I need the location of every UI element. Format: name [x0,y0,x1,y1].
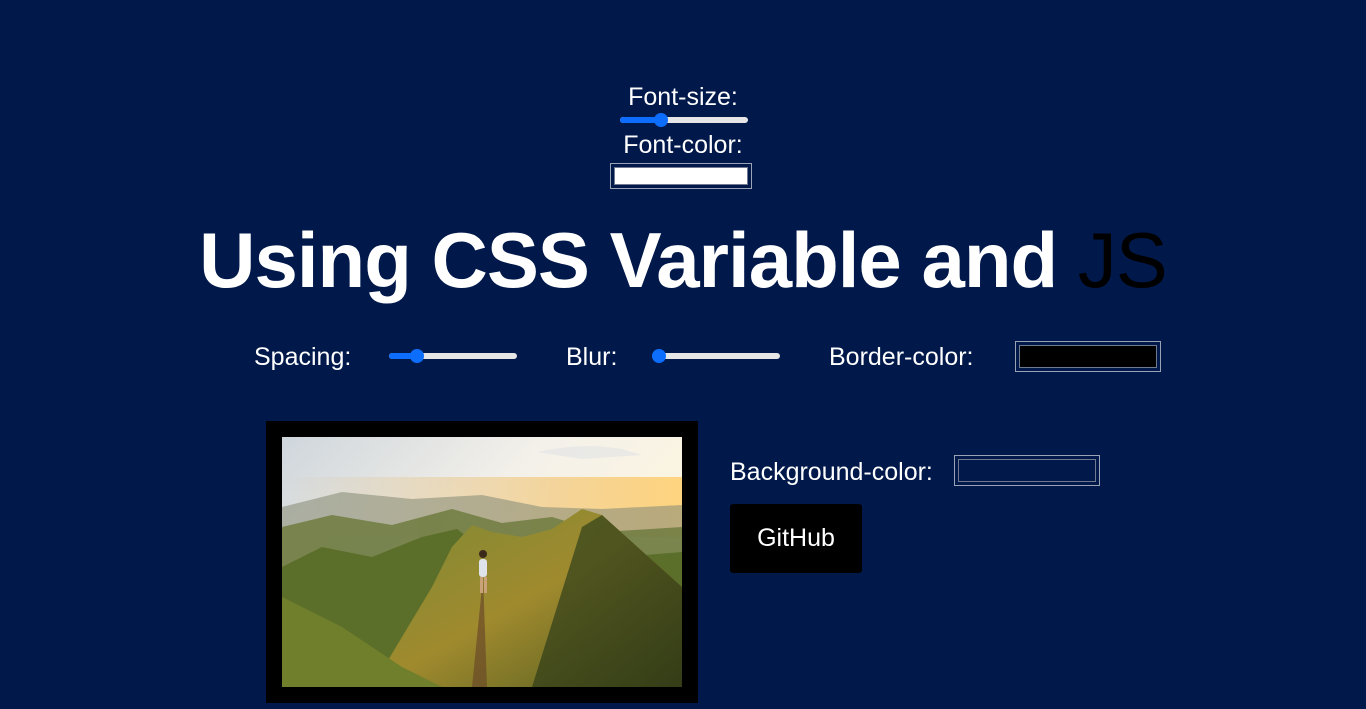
border-color-input[interactable] [1015,341,1161,372]
slider-track [652,353,780,359]
mountain-landscape-photo [282,437,682,687]
spacing-slider[interactable] [389,348,517,364]
border-color-swatch [1019,345,1157,368]
font-color-swatch [614,167,748,185]
font-size-slider[interactable] [620,112,748,128]
font-color-label: Font-color: [623,131,743,159]
background-color-label: Background-color: [730,458,933,486]
spacing-label: Spacing: [254,343,352,371]
slider-thumb[interactable] [654,113,669,127]
blur-label: Blur: [566,343,618,371]
page-title: Using CSS Variable and JS [0,214,1366,306]
background-color-input[interactable] [954,455,1100,486]
effects-controls-row: Spacing: Blur: Border-color: [0,340,1366,374]
background-color-swatch [958,459,1096,482]
border-color-label: Border-color: [829,343,974,371]
font-size-label: Font-size: [628,83,738,111]
title-main: Using CSS Variable and [199,216,1078,304]
slider-thumb[interactable] [409,349,424,363]
image-frame [266,421,698,703]
title-highlight: JS [1077,216,1168,304]
font-color-input[interactable] [610,163,752,189]
github-button[interactable]: GitHub [730,504,862,573]
slider-thumb[interactable] [652,349,666,363]
blur-slider[interactable] [652,348,780,364]
